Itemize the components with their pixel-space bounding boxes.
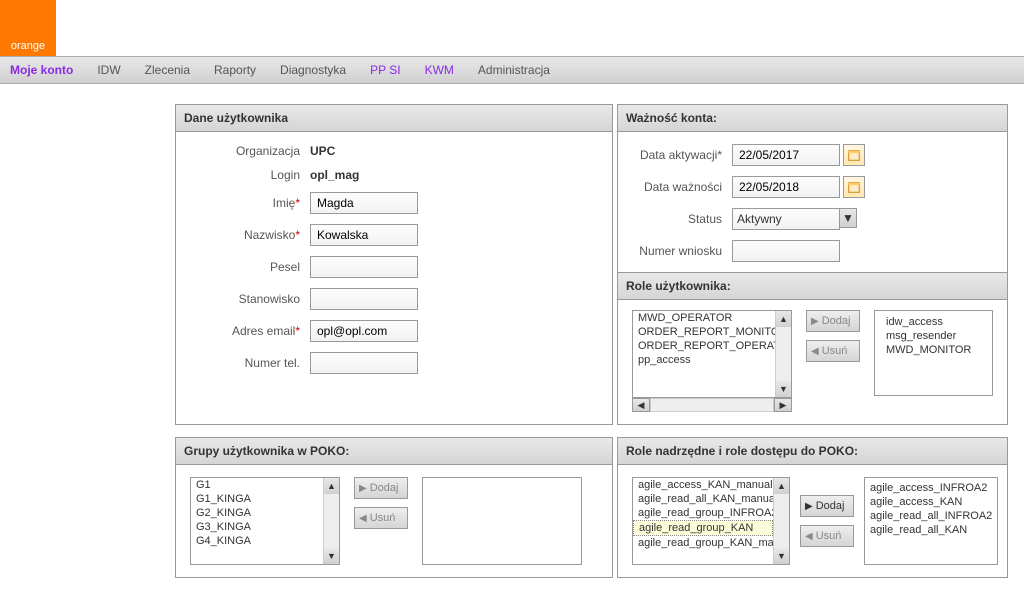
scroll-up-icon[interactable]: ▲: [324, 478, 339, 494]
add-parent-role-button[interactable]: ▶Dodaj: [800, 495, 854, 517]
label-nazwisko: Nazwisko*: [190, 228, 310, 242]
arrow-left-icon: ◀: [359, 513, 367, 524]
label-numer-wniosku: Numer wniosku: [632, 244, 732, 258]
input-data-aktywacji[interactable]: [732, 144, 840, 166]
remove-role-button[interactable]: ◀Usuń: [806, 340, 860, 362]
listbox-groups-assigned[interactable]: [422, 477, 582, 565]
list-item[interactable]: agile_access_KAN: [870, 495, 992, 509]
panel-user-data: Dane użytkownika Organizacja UPC Login o…: [175, 104, 613, 425]
scroll-up-icon[interactable]: ▲: [774, 478, 789, 494]
value-organizacja: UPC: [310, 144, 335, 158]
input-imie[interactable]: [310, 192, 418, 214]
list-item[interactable]: agile_read_all_INFROA2: [870, 509, 992, 523]
list-item[interactable]: G3_KINGA: [191, 520, 323, 534]
list-item[interactable]: MWD_OPERATOR: [633, 311, 775, 325]
nav-idw[interactable]: IDW: [97, 63, 120, 77]
panel-user-groups: Grupy użytkownika w POKO: G1 G1_KINGA G2…: [175, 437, 613, 578]
scrollbar-track[interactable]: [650, 398, 774, 412]
nav-zlecenia[interactable]: Zlecenia: [145, 63, 190, 77]
section-user-roles-title: Role użytkownika:: [618, 272, 1007, 300]
arrow-right-icon: ▶: [359, 483, 367, 494]
scroll-down-icon[interactable]: ▼: [776, 381, 791, 397]
label-data-aktywacji: Data aktywacji*: [632, 148, 732, 162]
listbox-parent-roles-assigned[interactable]: agile_access_INFROA2 agile_access_KAN ag…: [864, 477, 998, 565]
nav-moje-konto[interactable]: Moje konto: [10, 63, 73, 77]
input-phone[interactable]: [310, 352, 418, 374]
label-phone: Numer tel.: [190, 356, 310, 370]
scroll-down-icon[interactable]: ▼: [774, 548, 789, 564]
list-item[interactable]: msg_resender: [881, 329, 986, 343]
list-item[interactable]: G4_KINGA: [191, 534, 323, 548]
scroll-right-icon[interactable]: ▶: [774, 398, 792, 412]
input-stanowisko[interactable]: [310, 288, 418, 310]
list-item[interactable]: G1_KINGA: [191, 492, 323, 506]
panel-parent-roles: Role nadrzędne i role dostępu do POKO: a…: [617, 437, 1008, 578]
remove-group-button[interactable]: ◀Usuń: [354, 507, 408, 529]
list-item[interactable]: agile_read_all_KAN_manual: [633, 492, 773, 506]
brand-logo: orange: [0, 0, 56, 56]
label-login: Login: [190, 168, 310, 182]
input-numer-wniosku[interactable]: [732, 240, 840, 262]
label-email: Adres email*: [190, 324, 310, 338]
label-status: Status: [632, 212, 732, 226]
input-pesel[interactable]: [310, 256, 418, 278]
nav-diagnostyka[interactable]: Diagnostyka: [280, 63, 346, 77]
list-item[interactable]: agile_read_all_KAN: [870, 523, 992, 537]
list-item[interactable]: agile_access_KAN_manual: [633, 478, 773, 492]
nav-kwm[interactable]: KWM: [425, 63, 454, 77]
list-item[interactable]: agile_read_group_KAN: [633, 520, 773, 536]
scroll-down-icon[interactable]: ▼: [324, 548, 339, 564]
list-item[interactable]: agile_access_INFROA2: [870, 481, 992, 495]
arrow-left-icon: ◀: [811, 346, 819, 357]
remove-parent-role-button[interactable]: ◀Usuń: [800, 525, 854, 547]
nav-raporty[interactable]: Raporty: [214, 63, 256, 77]
list-item[interactable]: agile_read_group_KAN_manual: [633, 536, 773, 550]
nav-ppsi[interactable]: PP SI: [370, 63, 400, 77]
main-nav: Moje konto IDW Zlecenia Raporty Diagnost…: [0, 56, 1024, 84]
listbox-groups-available[interactable]: G1 G1_KINGA G2_KINGA G3_KINGA G4_KINGA ▲…: [190, 477, 340, 565]
list-item[interactable]: MWD_MONITOR: [881, 343, 986, 357]
input-email[interactable]: [310, 320, 418, 342]
panel-account-validity-title: Ważność konta:: [618, 105, 1007, 132]
calendar-icon[interactable]: [843, 176, 865, 198]
label-data-waznosci: Data ważności: [632, 180, 732, 194]
arrow-right-icon: ▶: [811, 316, 819, 327]
value-login: opl_mag: [310, 168, 359, 182]
list-item[interactable]: G2_KINGA: [191, 506, 323, 520]
add-group-button[interactable]: ▶Dodaj: [354, 477, 408, 499]
label-organizacja: Organizacja: [190, 144, 310, 158]
list-item[interactable]: pp_access: [633, 353, 775, 367]
listbox-roles-available[interactable]: MWD_OPERATOR ORDER_REPORT_MONITOR ORDER_…: [632, 310, 792, 398]
input-data-waznosci[interactable]: [732, 176, 840, 198]
label-pesel: Pesel: [190, 260, 310, 274]
logo-text: orange: [11, 40, 45, 52]
add-role-button[interactable]: ▶Dodaj: [806, 310, 860, 332]
arrow-left-icon: ◀: [805, 531, 813, 542]
panel-account-validity: Ważność konta: Data aktywacji* Data ważn…: [617, 104, 1008, 425]
listbox-roles-assigned[interactable]: idw_access msg_resender MWD_MONITOR: [874, 310, 993, 396]
list-item[interactable]: ORDER_REPORT_MONITOR: [633, 325, 775, 339]
label-imie: Imię*: [190, 196, 310, 210]
scroll-left-icon[interactable]: ◀: [632, 398, 650, 412]
listbox-parent-roles-available[interactable]: agile_access_KAN_manual agile_read_all_K…: [632, 477, 790, 565]
list-item[interactable]: G1: [191, 478, 323, 492]
input-nazwisko[interactable]: [310, 224, 418, 246]
nav-administracja[interactable]: Administracja: [478, 63, 550, 77]
panel-user-data-title: Dane użytkownika: [176, 105, 612, 132]
select-status[interactable]: Aktywny: [732, 208, 840, 230]
list-item[interactable]: ORDER_REPORT_OPERATOR: [633, 339, 775, 353]
list-item[interactable]: agile_read_group_INFROA2: [633, 506, 773, 520]
panel-parent-roles-title: Role nadrzędne i role dostępu do POKO:: [618, 438, 1007, 465]
list-item[interactable]: idw_access: [881, 315, 986, 329]
scroll-up-icon[interactable]: ▲: [776, 311, 791, 327]
panel-user-groups-title: Grupy użytkownika w POKO:: [176, 438, 612, 465]
chevron-down-icon[interactable]: ▼: [839, 208, 857, 228]
calendar-icon[interactable]: [843, 144, 865, 166]
label-stanowisko: Stanowisko: [190, 292, 310, 306]
arrow-right-icon: ▶: [805, 501, 813, 512]
